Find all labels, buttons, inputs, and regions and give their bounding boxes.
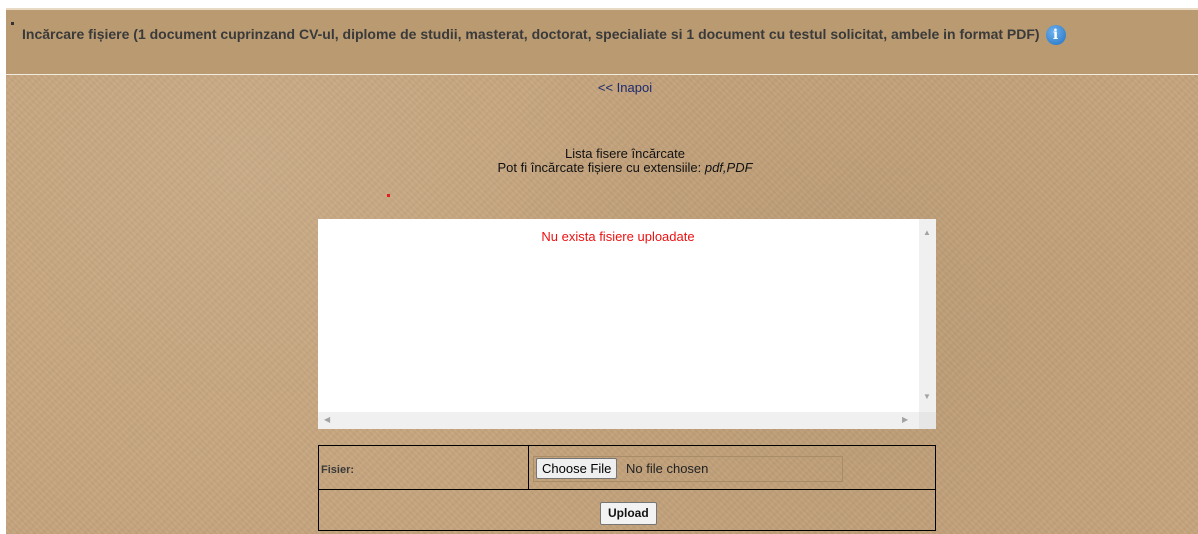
required-marker: [387, 194, 390, 197]
scroll-up-icon[interactable]: ▲: [923, 229, 931, 237]
scroll-down-icon[interactable]: ▼: [923, 393, 931, 401]
vertical-scrollbar[interactable]: ▲ ▼: [919, 219, 936, 412]
allowed-extensions: Pot fi încărcate fișiere cu extensiile: …: [0, 160, 1198, 175]
section-title-text: Incărcare fișiere (1 document cuprinzand…: [22, 26, 1040, 42]
section-header: Incărcare fișiere (1 document cuprinzand…: [6, 8, 1198, 74]
scroll-left-icon[interactable]: ◀: [324, 416, 330, 424]
back-link[interactable]: << Inapoi: [0, 80, 1198, 95]
scrollbar-corner: [919, 412, 936, 429]
file-input[interactable]: Choose File No file chosen: [533, 456, 843, 482]
horizontal-scrollbar[interactable]: ◀ ▶: [318, 412, 919, 429]
bullet-marker: [11, 22, 14, 25]
upload-button[interactable]: Upload: [600, 502, 657, 525]
file-label-cell: Fisier:: [319, 446, 529, 489]
scroll-right-icon[interactable]: ▶: [902, 416, 908, 424]
section-title: Incărcare fișiere (1 document cuprinzand…: [22, 24, 1192, 46]
extensions-prefix: Pot fi încărcate fișiere cu extensiile:: [497, 160, 705, 175]
info-icon[interactable]: i: [1045, 25, 1066, 46]
choose-file-button[interactable]: Choose File: [536, 458, 618, 479]
file-list-box[interactable]: Nu exista fisiere uploadate ▲ ▼ ◀ ▶: [318, 219, 936, 429]
upload-form: Fisier: Choose File No file chosen Uploa…: [318, 445, 936, 531]
empty-list-message: Nu exista fisiere uploadate: [541, 229, 695, 244]
extensions-value: pdf,PDF: [704, 160, 753, 175]
no-file-status: No file chosen: [626, 461, 709, 476]
file-row: Fisier: Choose File No file chosen: [319, 446, 935, 490]
file-list-title: Lista fisere încărcate: [565, 146, 685, 161]
header-divider: [6, 74, 1198, 75]
file-label: Fisier:: [321, 464, 355, 476]
